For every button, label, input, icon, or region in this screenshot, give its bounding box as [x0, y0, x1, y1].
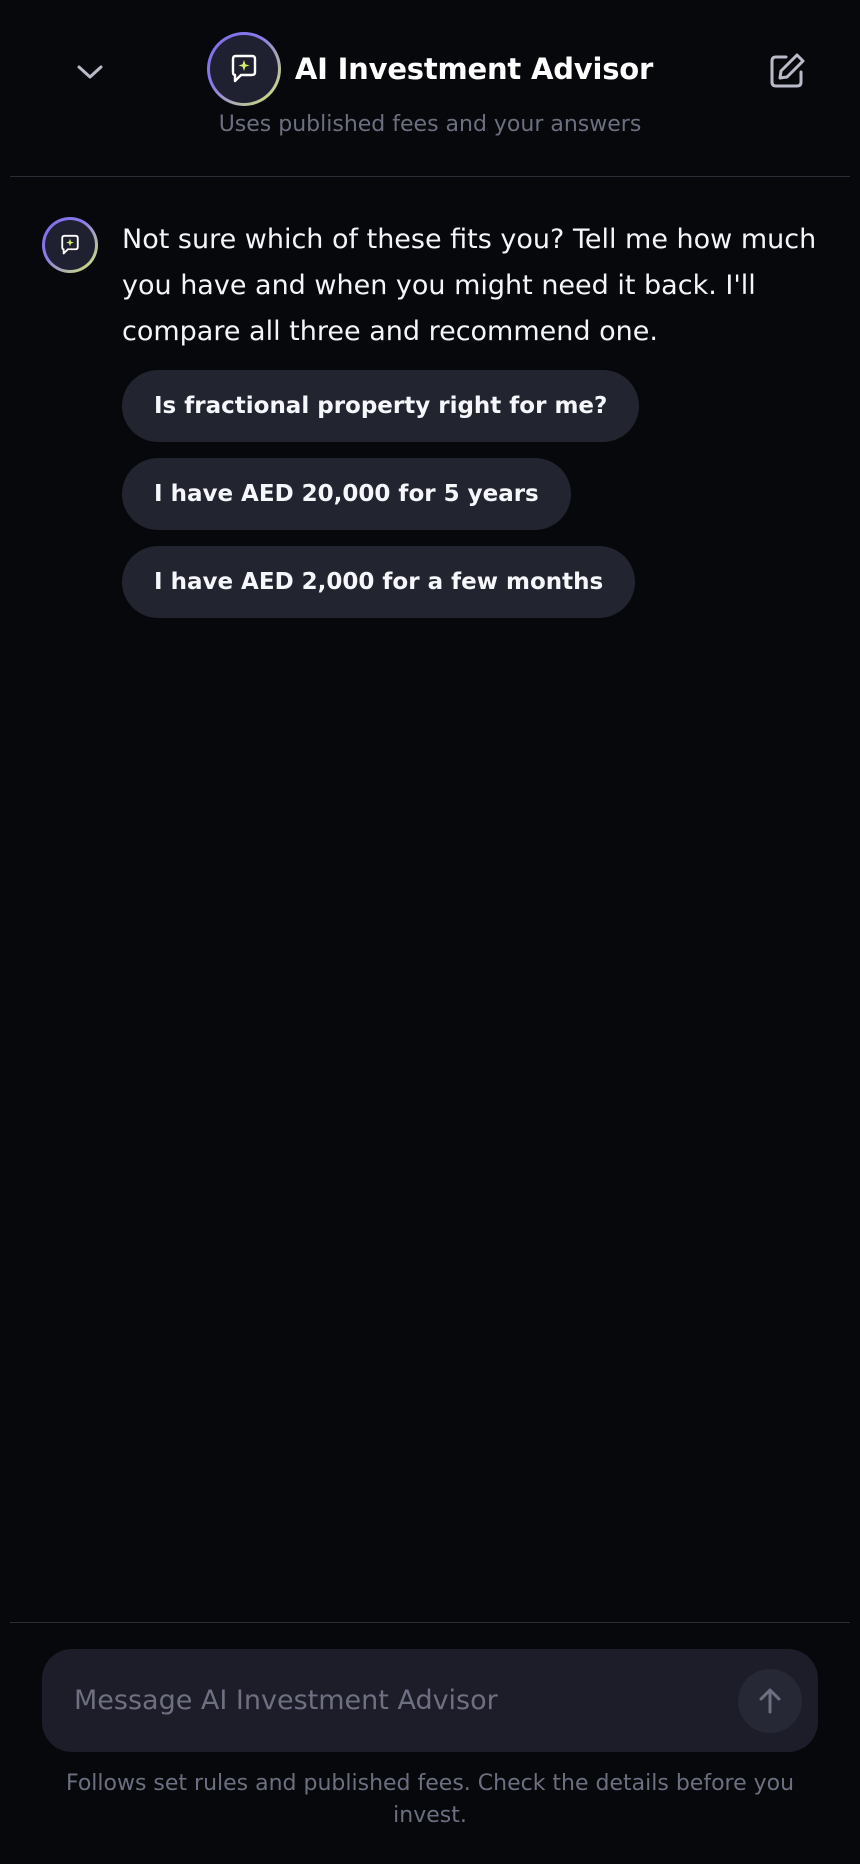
suggestion-chip-20000-5-years[interactable]: I have AED 20,000 for 5 years	[122, 458, 571, 530]
page-title: AI Investment Advisor	[294, 52, 654, 86]
message-composer	[42, 1649, 818, 1752]
chat-header: AI Investment Advisor Uses published fee…	[0, 0, 860, 177]
sparkle-chat-icon	[231, 54, 257, 83]
suggestion-chip-fractional-property[interactable]: Is fractional property right for me?	[122, 370, 640, 442]
header-title-row: AI Investment Advisor	[0, 32, 860, 106]
advisor-chat-screen: AI Investment Advisor Uses published fee…	[0, 0, 860, 1864]
suggestion-chip-2000-few-months[interactable]: I have AED 2,000 for a few months	[122, 546, 636, 618]
message-avatar	[42, 217, 98, 273]
message-text: Not sure which of these fits you? Tell m…	[122, 224, 817, 347]
header-divider	[10, 176, 850, 177]
edit-icon	[770, 53, 805, 88]
advisor-avatar	[206, 32, 281, 106]
composer-divider	[10, 1622, 850, 1623]
header-subtitle: Uses published fees and your answers	[218, 112, 642, 137]
message-input[interactable]	[74, 1649, 714, 1752]
new-chat-button[interactable]	[764, 48, 810, 94]
sparkle-chat-icon	[61, 234, 79, 255]
send-button[interactable]	[738, 1669, 802, 1733]
suggestion-chips: Is fractional property right for me? I h…	[122, 370, 640, 618]
disclaimer-text: Follows set rules and published fees. Ch…	[65, 1771, 795, 1828]
arrow-up-icon	[759, 1688, 781, 1714]
